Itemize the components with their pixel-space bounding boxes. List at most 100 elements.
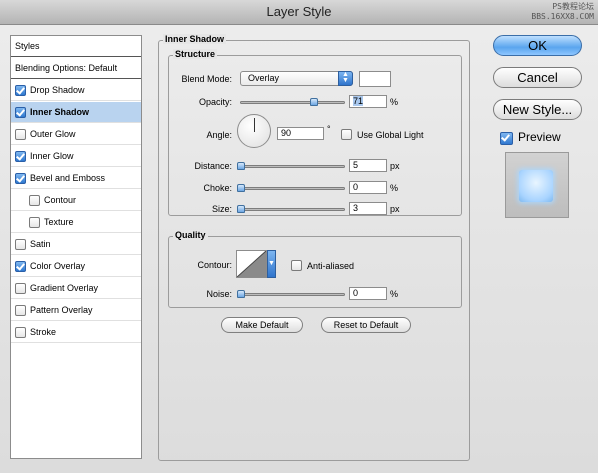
angle-unit: °	[327, 124, 331, 134]
quality-title: Quality	[173, 230, 208, 240]
style-item-satin[interactable]: Satin	[11, 234, 141, 255]
style-item-checkbox[interactable]	[15, 172, 26, 184]
style-item-label: Outer Glow	[30, 129, 76, 139]
ok-button[interactable]: OK	[493, 35, 582, 56]
size-label: Size:	[211, 204, 232, 214]
window-title: Layer Style	[266, 4, 332, 19]
style-item-stroke[interactable]: Stroke	[11, 322, 141, 343]
styles-list-header[interactable]: Styles	[11, 36, 141, 57]
reset-to-default-button[interactable]: Reset to Default	[321, 317, 411, 333]
style-item-label: Color Overlay	[30, 261, 86, 271]
preview-label: Preview	[518, 130, 561, 144]
style-item-label: Pattern Overlay	[30, 305, 93, 315]
angle-dial-hand	[254, 118, 255, 132]
preview-thumbnail	[505, 152, 569, 218]
distance-field[interactable]: 5	[349, 159, 387, 172]
noise-label: Noise:	[206, 289, 232, 299]
opacity-slider[interactable]	[240, 98, 345, 106]
style-item-inner-glow[interactable]: Inner Glow	[11, 146, 141, 167]
size-slider[interactable]	[237, 205, 345, 213]
inner-shadow-group: Inner Shadow Structure Blend Mode: Overl…	[158, 34, 470, 461]
choke-slider-thumb[interactable]	[237, 184, 245, 192]
style-item-outer-glow[interactable]: Outer Glow	[11, 124, 141, 145]
opacity-label: Opacity:	[198, 97, 232, 107]
blend-mode-label: Blend Mode:	[181, 74, 232, 84]
style-item-checkbox[interactable]	[15, 260, 26, 272]
make-default-button[interactable]: Make Default	[221, 317, 303, 333]
dropdown-arrows-icon: ▲ ▼	[338, 71, 353, 86]
style-item-label: Texture	[44, 217, 74, 227]
watermark: PS教程论坛 BBS.16XX8.COM	[531, 2, 594, 22]
style-item-checkbox[interactable]	[15, 238, 26, 250]
use-global-light-label: Use Global Light	[357, 130, 424, 140]
style-item-label: Blending Options: Default	[15, 63, 118, 73]
style-item-label: Bevel and Emboss	[30, 173, 106, 183]
style-item-checkbox[interactable]	[15, 282, 26, 294]
style-item-blending-options-default[interactable]: Blending Options: Default	[11, 58, 141, 79]
style-item-label: Inner Glow	[30, 151, 74, 161]
style-item-pattern-overlay[interactable]: Pattern Overlay	[11, 300, 141, 321]
distance-slider-thumb[interactable]	[237, 162, 245, 170]
preview-swatch	[519, 170, 553, 202]
use-global-light-checkbox[interactable]	[341, 129, 352, 140]
choke-field[interactable]: 0	[349, 181, 387, 194]
style-item-checkbox[interactable]	[15, 150, 26, 162]
style-item-drop-shadow[interactable]: Drop Shadow	[11, 80, 141, 101]
preview-checkbox[interactable]	[500, 132, 513, 145]
style-item-contour[interactable]: Contour	[11, 190, 141, 211]
noise-slider-thumb[interactable]	[237, 290, 245, 298]
angle-dial[interactable]	[237, 114, 271, 148]
shadow-color-swatch[interactable]	[359, 71, 391, 87]
noise-slider[interactable]	[237, 290, 345, 298]
style-item-label: Stroke	[30, 327, 57, 337]
choke-slider[interactable]	[237, 184, 345, 192]
style-item-bevel-and-emboss[interactable]: Bevel and Emboss	[11, 168, 141, 189]
structure-title: Structure	[173, 49, 218, 59]
noise-field[interactable]: 0	[349, 287, 387, 300]
style-item-checkbox[interactable]	[15, 84, 26, 96]
size-unit: px	[390, 204, 400, 214]
opacity-field[interactable]: 71	[349, 95, 387, 108]
contour-label: Contour:	[197, 260, 232, 270]
style-item-checkbox[interactable]	[15, 106, 26, 118]
blend-mode-value: Overlay	[248, 73, 280, 83]
style-item-checkbox[interactable]	[15, 326, 26, 338]
style-item-label: Gradient Overlay	[30, 283, 99, 293]
contour-dropdown-arrow[interactable]: ▼	[267, 250, 276, 278]
distance-unit: px	[390, 161, 400, 171]
style-item-checkbox[interactable]	[29, 216, 40, 228]
size-field[interactable]: 3	[349, 202, 387, 215]
style-item-label: Satin	[30, 239, 51, 249]
style-item-checkbox[interactable]	[15, 128, 26, 140]
cancel-button[interactable]: Cancel	[493, 67, 582, 88]
inner-shadow-title: Inner Shadow	[163, 34, 227, 44]
choke-label: Choke:	[203, 183, 232, 193]
style-item-gradient-overlay[interactable]: Gradient Overlay	[11, 278, 141, 299]
style-item-inner-shadow[interactable]: Inner Shadow	[11, 102, 141, 123]
choke-unit: %	[390, 183, 399, 193]
opacity-slider-thumb[interactable]	[310, 98, 319, 106]
style-item-checkbox[interactable]	[15, 304, 26, 316]
contour-curve-icon	[237, 251, 266, 277]
watermark-line-1: PS教程论坛	[552, 2, 594, 11]
contour-preview[interactable]	[236, 250, 267, 278]
anti-aliased-checkbox[interactable]	[291, 260, 302, 271]
title-bar: Layer Style PS教程论坛 BBS.16XX8.COM	[0, 0, 598, 25]
size-slider-thumb[interactable]	[237, 205, 245, 213]
angle-label: Angle:	[206, 130, 232, 140]
opacity-unit: %	[390, 97, 399, 107]
style-item-label: Drop Shadow	[30, 85, 85, 95]
style-item-color-overlay[interactable]: Color Overlay	[11, 256, 141, 277]
distance-slider[interactable]	[237, 162, 345, 170]
anti-aliased-label: Anti-aliased	[307, 261, 355, 271]
angle-field[interactable]: 90	[277, 127, 324, 140]
blend-mode-dropdown[interactable]: Overlay ▲ ▼	[240, 71, 353, 86]
styles-header-label: Styles	[15, 41, 40, 51]
style-item-label: Inner Shadow	[30, 107, 90, 117]
style-item-checkbox[interactable]	[29, 194, 40, 206]
style-item-texture[interactable]: Texture	[11, 212, 141, 233]
styles-list: Styles Blending Options: Default Drop Sha…	[10, 35, 142, 459]
distance-label: Distance:	[194, 161, 232, 171]
noise-unit: %	[390, 289, 399, 299]
new-style-button[interactable]: New Style...	[493, 99, 582, 120]
